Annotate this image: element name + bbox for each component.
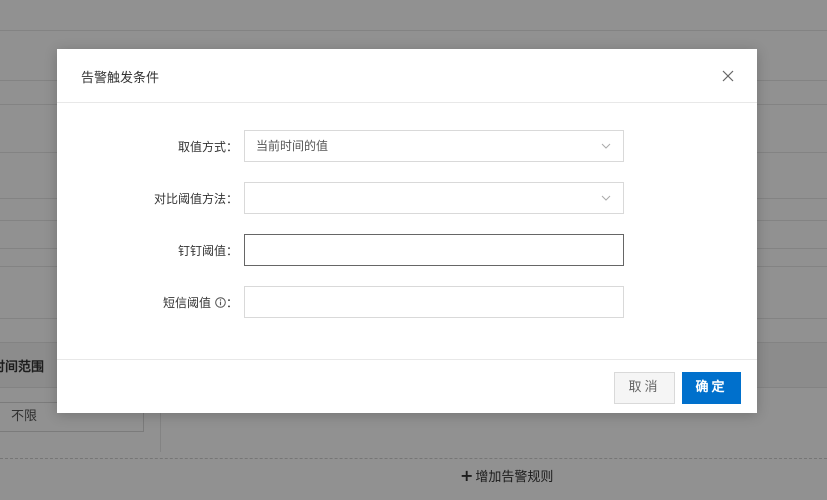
chevron-down-icon	[601, 143, 611, 149]
chevron-down-icon	[601, 195, 611, 201]
value-mode-label: 取值方式：	[178, 138, 238, 155]
sms-threshold-label-text: 短信阈值	[162, 296, 211, 310]
compare-method-label-text: 对比阈值方法：	[153, 192, 238, 206]
alert-condition-dialog: 告警触发条件 取值方式： 当前时间的值 对比阈值方法： 钉钉阈值： 短信阈值 ：…	[57, 49, 757, 413]
value-mode-label-text: 取值方式：	[177, 140, 238, 154]
value-mode-selected-value: 当前时间的值	[256, 139, 329, 153]
ok-button[interactable]: 确定	[682, 372, 741, 404]
dingtalk-threshold-label: 钉钉阈值：	[178, 242, 238, 259]
sms-threshold-label: 短信阈值 ：	[163, 294, 238, 311]
form-row-dingtalk-threshold: 钉钉阈值：	[57, 234, 757, 266]
page: 时间范围 不限 + 增加告警规则 告警触发条件 取值方式： 当前时间	[0, 0, 827, 500]
compare-method-select[interactable]	[244, 182, 624, 214]
dingtalk-threshold-label-text: 钉钉阈值：	[177, 244, 238, 258]
compare-method-label: 对比阈值方法：	[154, 190, 238, 207]
sms-threshold-input[interactable]	[244, 286, 624, 318]
dialog-header: 告警触发条件	[57, 49, 757, 103]
dialog-footer: 取消 确定	[57, 359, 757, 413]
sms-threshold-label-colon: ：	[225, 296, 238, 310]
form-row-value-mode: 取值方式： 当前时间的值	[57, 130, 757, 162]
close-icon[interactable]	[721, 69, 735, 83]
value-mode-select[interactable]: 当前时间的值	[244, 130, 624, 162]
cancel-button[interactable]: 取消	[614, 372, 675, 404]
dingtalk-threshold-input[interactable]	[244, 234, 624, 266]
info-icon[interactable]	[215, 297, 226, 308]
dialog-title: 告警触发条件	[81, 71, 160, 86]
form-row-compare-method: 对比阈值方法：	[57, 182, 757, 214]
form-row-sms-threshold: 短信阈值 ：	[57, 286, 757, 318]
